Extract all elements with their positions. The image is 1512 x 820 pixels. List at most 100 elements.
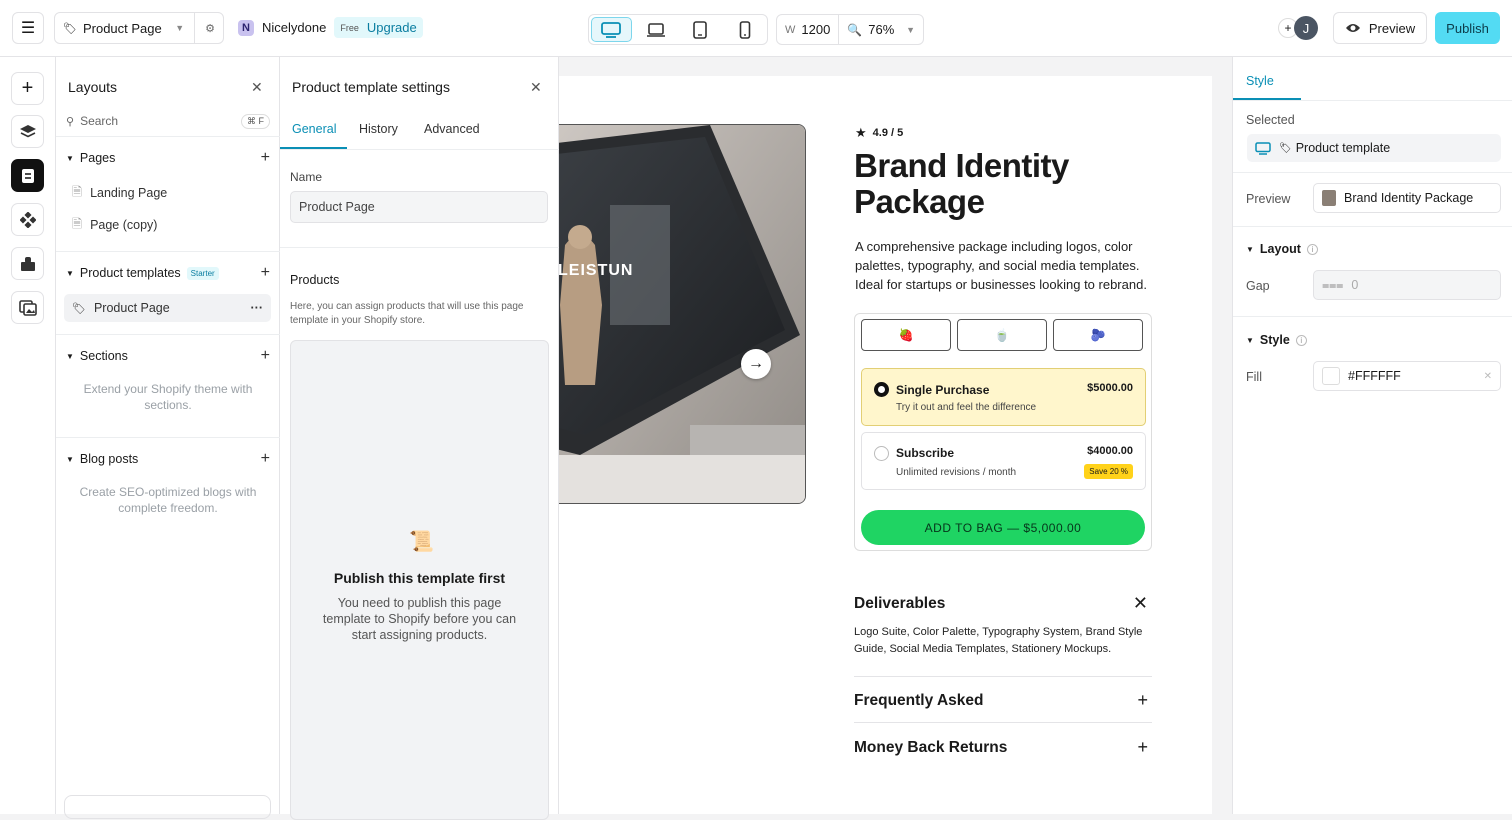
add-to-bag-button[interactable]: ADD TO BAG — $5,000.00: [861, 510, 1145, 545]
page-select[interactable]: 🏷 Product Page ▼ ⚙: [54, 12, 224, 44]
add-blog-button[interactable]: +: [261, 450, 270, 468]
template-item-product-page[interactable]: 🏷 Product Page ···: [64, 294, 271, 322]
plus-icon[interactable]: +: [1137, 737, 1148, 758]
components-button[interactable]: [11, 203, 44, 236]
page-item-copy[interactable]: 🗎 Page (copy): [64, 211, 271, 239]
close-icon[interactable]: ✕: [251, 79, 263, 96]
desktop-device-button[interactable]: [591, 17, 632, 42]
sections-empty-note: Extend your Shopify theme with sections.: [83, 382, 253, 412]
fill-input[interactable]: #FFFFFF ✕: [1313, 361, 1501, 391]
caret-down-icon: ▼: [1246, 244, 1254, 254]
caret-down-icon: ▼: [66, 268, 74, 278]
clear-icon[interactable]: ✕: [1484, 371, 1492, 382]
image-gallery-icon: [18, 299, 37, 316]
gear-icon[interactable]: ⚙: [205, 22, 215, 35]
option-subtitle: Try it out and feel the difference: [896, 402, 1037, 413]
style-section-header[interactable]: ▼ Style i: [1246, 333, 1307, 347]
starter-badge: Starter: [186, 266, 219, 280]
close-icon[interactable]: ✕: [530, 79, 542, 96]
layouts-search[interactable]: ⚲ Search ⌘ F: [66, 111, 270, 131]
next-image-button[interactable]: →: [741, 349, 771, 379]
media-button[interactable]: [11, 291, 44, 324]
add-template-button[interactable]: +: [261, 264, 270, 282]
upgrade-link[interactable]: Upgrade: [367, 20, 417, 35]
tab-general[interactable]: General: [292, 122, 336, 136]
subscribe-option[interactable]: Subscribe Unlimited revisions / month $4…: [861, 432, 1146, 490]
template-settings-panel: Product template settings ✕ General Hist…: [280, 57, 559, 820]
caret-down-icon: ▼: [66, 351, 74, 361]
settings-tabs: General History Advanced: [280, 116, 559, 150]
tablet-icon: [693, 20, 708, 39]
add-page-button[interactable]: +: [261, 149, 270, 167]
blog-empty-note: Create SEO-optimized blogs with complete…: [79, 485, 257, 515]
search-icon: ⚲: [66, 115, 75, 128]
panel-scrollbar[interactable]: [64, 795, 271, 819]
product-templates-section-header[interactable]: ▼ Product templates Starter +: [66, 264, 270, 282]
gap-input[interactable]: ⩶ 0: [1313, 270, 1501, 300]
tab-advanced[interactable]: Advanced: [424, 122, 480, 136]
workspace[interactable]: N Nicelydone Free Upgrade: [238, 17, 423, 38]
plan-badge[interactable]: Free Upgrade: [334, 17, 423, 38]
radio-selected[interactable]: [874, 382, 889, 397]
pages-button[interactable]: [11, 159, 44, 192]
close-icon[interactable]: ✕: [1133, 593, 1148, 614]
width-label: W: [785, 23, 796, 36]
layout-section-header[interactable]: ▼ Layout i: [1246, 242, 1318, 256]
apps-button[interactable]: [11, 247, 44, 280]
tab-history[interactable]: History: [359, 122, 398, 136]
add-element-button[interactable]: +: [11, 72, 44, 105]
publish-button[interactable]: Publish: [1435, 12, 1500, 44]
selected-element[interactable]: 🏷 Product template: [1247, 134, 1501, 162]
returns-accordion-header[interactable]: Money Back Returns +: [854, 737, 1152, 758]
hero-illustration: [559, 125, 805, 503]
width-input[interactable]: 1200: [801, 22, 830, 37]
device-switcher: [588, 14, 768, 45]
radio-unselected[interactable]: [874, 446, 889, 461]
tab-style[interactable]: Style: [1246, 74, 1274, 88]
components-icon: [19, 211, 36, 228]
avatar[interactable]: J: [1294, 16, 1318, 40]
workspace-logo: N: [238, 19, 254, 36]
name-input[interactable]: Product Page: [290, 191, 548, 223]
faq-accordion-header[interactable]: Frequently Asked +: [854, 690, 1152, 711]
option-subtitle: Unlimited revisions / month: [896, 467, 1017, 478]
zoom-value[interactable]: 76%: [868, 22, 894, 37]
add-section-button[interactable]: +: [261, 347, 270, 365]
fill-swatch[interactable]: [1322, 367, 1340, 385]
chevron-down-icon: ▼: [175, 23, 185, 33]
save-badge: Save 20 %: [1084, 464, 1133, 479]
tablet-device-button[interactable]: [680, 17, 720, 42]
menu-button[interactable]: ☰: [12, 12, 44, 44]
preview-product-select[interactable]: Brand Identity Package: [1313, 183, 1501, 213]
info-icon[interactable]: i: [1295, 334, 1307, 346]
layers-button[interactable]: [11, 115, 44, 148]
variant-option-1[interactable]: 🍓: [861, 319, 951, 351]
info-icon[interactable]: i: [1306, 243, 1318, 255]
deliverables-accordion-header[interactable]: Deliverables ✕: [854, 593, 1152, 614]
more-icon[interactable]: ···: [251, 301, 264, 315]
page-item-landing[interactable]: 🗎 Landing Page: [64, 179, 271, 207]
eye-icon: [1345, 24, 1360, 32]
pages-section-header[interactable]: ▼ Pages +: [66, 149, 270, 167]
variant-option-3[interactable]: 🫐: [1053, 319, 1143, 351]
plus-icon[interactable]: +: [1137, 690, 1148, 711]
active-tab-indicator: [280, 147, 347, 149]
option-title: Subscribe: [896, 446, 955, 460]
laptop-device-button[interactable]: [636, 17, 676, 42]
blog-section-header[interactable]: ▼ Blog posts +: [66, 450, 270, 468]
mobile-device-button[interactable]: [725, 17, 765, 42]
fill-label: Fill: [1246, 370, 1262, 384]
style-title: Style: [1259, 333, 1290, 347]
empty-state-title: Publish this template first: [333, 570, 506, 586]
page-preview: LEISTUN → ★ 4.9 / 5 Brand Identity Packa…: [559, 76, 1212, 814]
laptop-icon: [646, 22, 665, 37]
sections-section-header[interactable]: ▼ Sections +: [66, 347, 270, 365]
accordion-title: Frequently Asked: [854, 691, 984, 709]
buy-box: 🍓 🍵 🫐 Single Purchase Try it out and fee…: [854, 313, 1152, 551]
preview-button[interactable]: Preview: [1333, 12, 1427, 44]
page-item-label: Landing Page: [90, 186, 168, 200]
single-purchase-option[interactable]: Single Purchase Try it out and feel the …: [861, 368, 1146, 426]
variant-option-2[interactable]: 🍵: [957, 319, 1047, 351]
search-input[interactable]: Search: [80, 114, 118, 128]
tag-icon: 🏷: [63, 22, 77, 35]
